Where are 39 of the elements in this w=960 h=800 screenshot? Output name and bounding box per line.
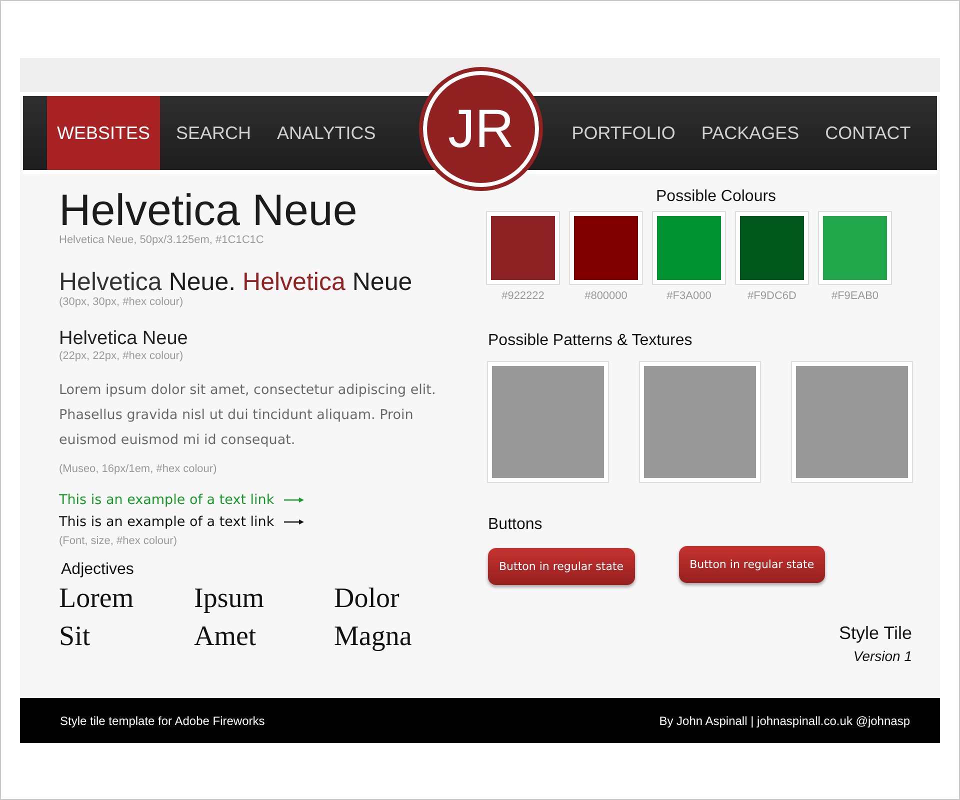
font-note: (Museo, 16px/1em, #hex colour) bbox=[59, 463, 218, 475]
sample-button[interactable]: Button in regular state bbox=[488, 548, 635, 585]
hex-label: #922222 bbox=[502, 290, 544, 302]
subheading-sample: Helvetica Neue bbox=[59, 328, 189, 350]
font-note: Helvetica Neue, 50px/3.125em, #1C1C1C bbox=[59, 234, 265, 246]
font-note: (22px, 22px, #hex colour) bbox=[59, 350, 184, 362]
heading-sample: Helvetica Neue bbox=[59, 188, 358, 234]
adjective: Lorem bbox=[59, 583, 135, 615]
text-link[interactable]: This is an example of a text link bbox=[59, 511, 450, 533]
adjective: Sit bbox=[59, 621, 92, 653]
subheading-sample: Helvetica Neue. Helvetica Neue bbox=[59, 268, 414, 296]
adjective: Magna bbox=[334, 621, 413, 653]
hex-label: #F9EAB0 bbox=[831, 290, 879, 302]
section-title: Adjectives bbox=[61, 561, 135, 579]
hex-label: #F3A000 bbox=[666, 290, 712, 302]
nav-tab[interactable]: WEBSITES bbox=[47, 96, 160, 170]
arrow-icon bbox=[284, 519, 304, 525]
arrow-icon bbox=[284, 497, 304, 503]
hex-label: #800000 bbox=[584, 290, 628, 302]
adjective: Amet bbox=[194, 621, 258, 653]
font-note: (30px, 30px, #hex colour) bbox=[59, 296, 184, 308]
footer-text: Style tile template for Adobe Fireworks bbox=[60, 714, 265, 728]
section-title: Possible Colours bbox=[655, 188, 778, 206]
nav-tab[interactable]: PACKAGES bbox=[691, 96, 810, 170]
hex-label: #F9DC6D bbox=[748, 290, 796, 302]
section-title: Buttons bbox=[488, 516, 544, 534]
adjective: Ipsum bbox=[194, 583, 265, 615]
sample-button[interactable]: Button in regular state bbox=[678, 546, 826, 583]
adjective: Dolor bbox=[334, 583, 400, 615]
nav-tab[interactable]: SEARCH bbox=[166, 96, 262, 170]
font-note: (Font, size, #hex colour) bbox=[59, 535, 178, 547]
section-title: Possible Patterns & Textures bbox=[488, 332, 694, 350]
nav-tab[interactable]: ANALYTICS bbox=[267, 96, 386, 170]
version-label: Version 1 bbox=[853, 648, 912, 664]
footer-credit: By John Aspinall | johnaspinall.co.uk @johnasp bbox=[659, 714, 910, 728]
tile-title: Style Tile bbox=[838, 623, 912, 644]
nav-tab[interactable]: PORTFOLIO bbox=[562, 96, 686, 170]
body-text: Lorem ipsum dolor sit amet, consectetur adipiscing elit. Phasellus gravida nisl ut dui tincidunt aliquam. Proin euismod euismod mi id consequat. bbox=[59, 381, 437, 450]
nav-tab[interactable]: CONTACT bbox=[815, 96, 921, 170]
